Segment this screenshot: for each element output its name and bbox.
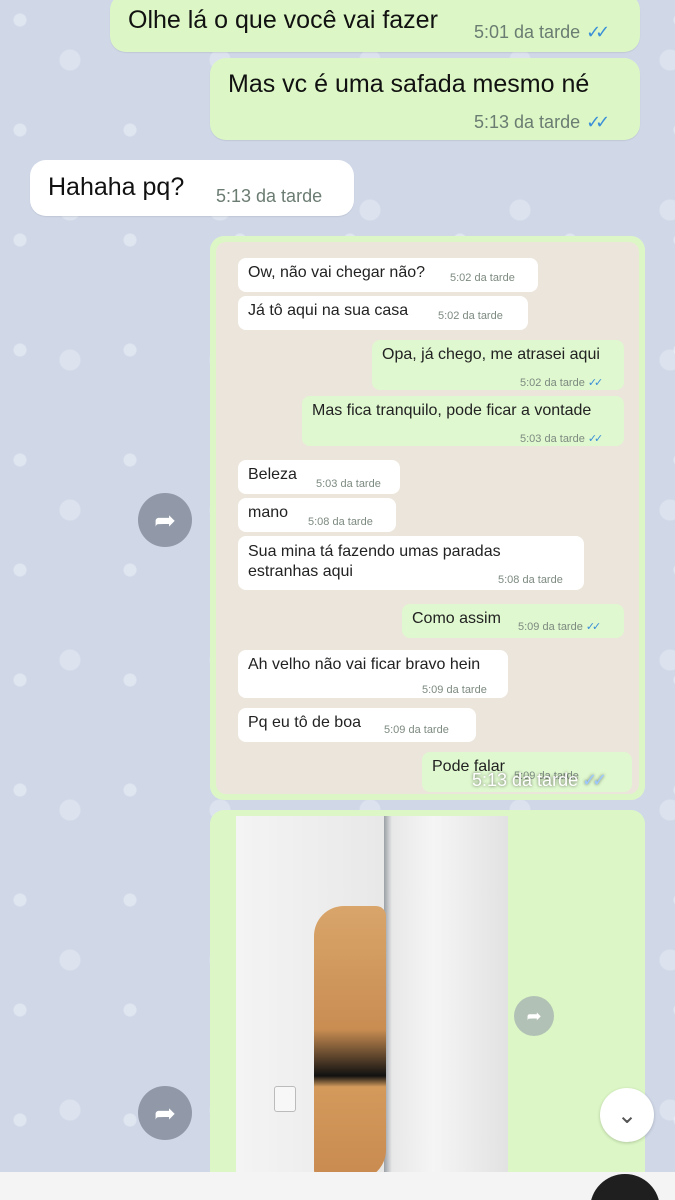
message-time: 5:13 da tarde	[216, 186, 323, 206]
screenshot-message-time: 5:02 da tarde ✓✓	[520, 376, 604, 389]
read-ticks-icon: ✓✓	[587, 433, 604, 445]
screenshot-time-text: 5:03 da tarde	[316, 478, 381, 490]
read-ticks-icon: ✓✓	[586, 22, 610, 42]
screenshot-message-text: Opa, já chego, me atrasei aqui	[382, 346, 600, 363]
forwarded-screenshot[interactable]: Ow, não vai chegar não? 5:02 da tarde Já…	[210, 236, 645, 800]
forward-icon[interactable]: ➦	[138, 1086, 192, 1140]
screenshot-time-text: 5:03 da tarde	[520, 433, 585, 445]
read-ticks-icon: ✓✓	[585, 621, 602, 633]
screenshot-message-time: 5:03 da tarde ✓✓	[520, 432, 604, 445]
photo-door	[384, 816, 508, 1180]
screenshot-message-time: 5:02 da tarde	[438, 310, 503, 322]
screenshot-message-text: Mas fica tranquilo, pode ficar a vontade	[312, 402, 592, 419]
screenshot-message-text: Como assim	[412, 610, 501, 627]
screenshot-message-time: 5:08 da tarde	[498, 574, 563, 586]
screenshot-chat: Ow, não vai chegar não? 5:02 da tarde Já…	[216, 242, 639, 794]
message-time: 5:13 da tarde	[474, 112, 581, 132]
message-time: 5:01 da tarde	[474, 22, 581, 42]
screenshot-message-time: 5:08 da tarde	[308, 516, 373, 528]
screenshot-time-text: 5:02 da tarde	[438, 310, 503, 322]
screenshot-message-text: mano	[248, 504, 289, 521]
screenshot-time-text: 5:08 da tarde	[498, 574, 563, 586]
screenshot-message-text: Ow, não vai chegar não?	[248, 264, 426, 281]
double-chevron-down-icon[interactable]: ⌄	[600, 1088, 654, 1142]
screenshot-time-text: 5:08 da tarde	[308, 516, 373, 528]
message-input-bar[interactable]	[0, 1172, 675, 1200]
screenshot-message-time: 5:09 da tarde	[384, 724, 449, 736]
forward-icon[interactable]: ➦	[514, 996, 554, 1036]
screenshot-message-time: 5:09 da tarde	[422, 684, 487, 696]
message-meta: 5:01 da tarde ✓✓	[474, 22, 610, 43]
screenshot-message-time: 5:03 da tarde	[316, 478, 381, 490]
photo-figure	[314, 906, 386, 1180]
screenshot-message-text: Já tô aqui na sua casa	[248, 302, 409, 319]
message-meta: 5:13 da tarde ✓✓	[474, 112, 610, 133]
read-ticks-icon: ✓✓	[587, 377, 604, 389]
photo-image	[236, 816, 508, 1180]
forward-icon[interactable]: ➦	[138, 493, 192, 547]
screenshot-time-text: 5:09 da tarde	[384, 724, 449, 736]
screenshot-message-text: Sua mina tá fazendo umas paradas estranh…	[248, 543, 501, 580]
screenshot-message-time: 5:09 da tarde ✓✓	[518, 620, 602, 633]
screenshot-message-text: Pq eu tô de boa	[248, 714, 361, 731]
read-ticks-icon: ✓✓	[582, 770, 607, 790]
overlay-time: 5:13 da tarde	[472, 770, 579, 790]
message-text: Olhe lá o que você vai fazer	[128, 6, 438, 34]
screenshot-time-text: 5:09 da tarde	[518, 621, 583, 633]
photo-paper-holder	[274, 1086, 296, 1112]
message-text: Hahaha pq?	[48, 173, 185, 201]
read-ticks-icon: ✓✓	[586, 112, 610, 132]
screenshot-message-text: Beleza	[248, 466, 297, 483]
screenshot-time-text: 5:02 da tarde	[520, 377, 585, 389]
message-text: Mas vc é uma safada mesmo né	[228, 70, 590, 98]
message-meta: 5:13 da tarde	[216, 186, 322, 207]
screenshot-message-text: Ah velho não vai ficar bravo hein	[248, 656, 481, 673]
photo-message[interactable]	[210, 810, 645, 1180]
screenshot-time-text: 5:09 da tarde	[422, 684, 487, 696]
screenshot-overlay-meta: 5:13 da tarde ✓✓	[472, 770, 607, 791]
screenshot-message-time: 5:02 da tarde	[450, 272, 515, 284]
screenshot-time-text: 5:02 da tarde	[450, 272, 515, 284]
